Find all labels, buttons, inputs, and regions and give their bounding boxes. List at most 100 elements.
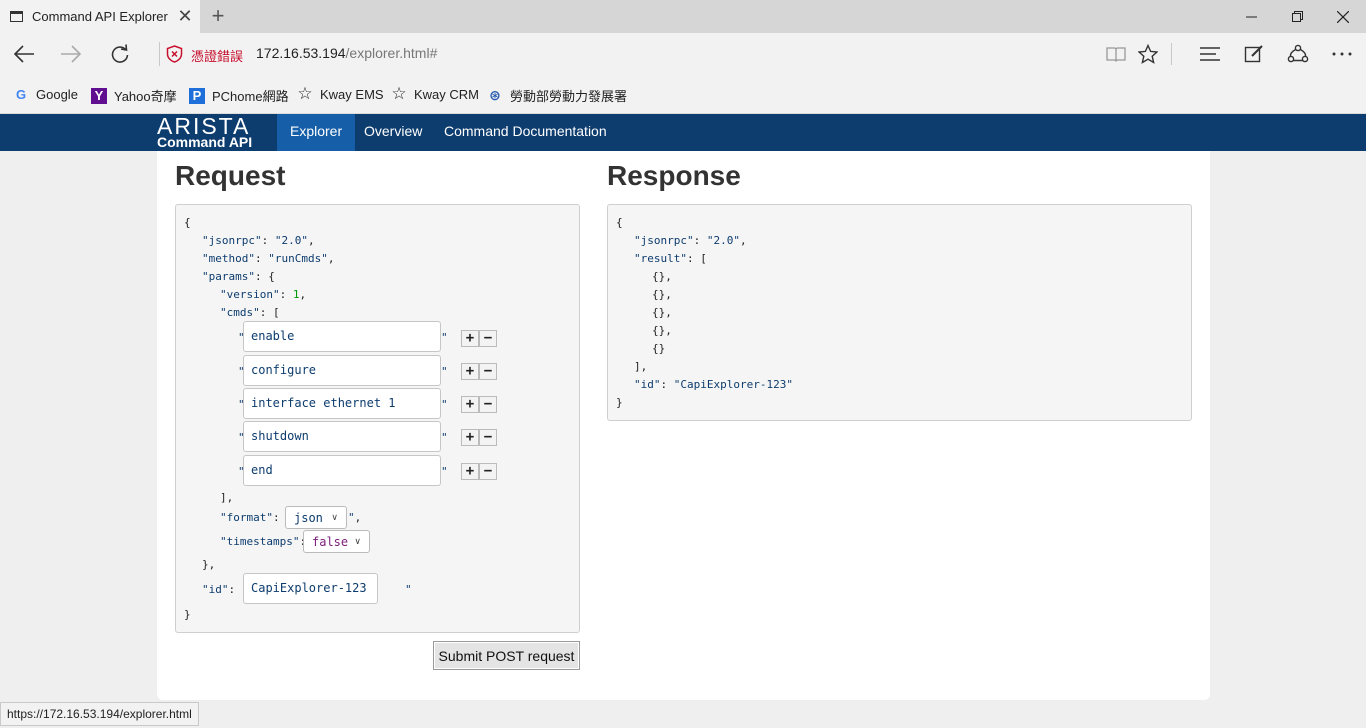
minimize-button[interactable] [1228,0,1274,33]
jsonrpc-line: "jsonrpc": "2.0", [634,234,747,247]
globe-icon: ⊛ [489,87,501,103]
cmd-input-2[interactable]: configure [243,355,441,386]
favorite-wda[interactable]: ⊛ 勞動部勞動力發展署 [487,86,627,105]
cmd-controls-1: + − [461,330,497,347]
cmd-input-4[interactable]: shutdown [243,421,441,452]
favorite-pchome[interactable]: P PChome網路 [189,86,289,105]
chevron-down-icon: ∨ [354,536,361,547]
back-button[interactable] [6,38,42,70]
id-value: "CapiExplorer-123" [673,378,793,391]
favorite-yahoo[interactable]: Y Yahoo奇摩 [91,86,177,105]
favorite-label: 勞動部勞動力發展署 [510,89,628,104]
favorite-label: Kway EMS [320,86,384,102]
jsonrpc-value: "2.0" [706,234,740,247]
cmd-input-3[interactable]: interface ethernet 1 [243,388,441,419]
pen-note-icon [1244,45,1263,63]
separator [1171,43,1172,65]
favorites-bar: G Google Y Yahoo奇摩 P PChome網路 ☆ Kway EMS… [0,75,1366,114]
url-path: /explorer.html# [345,45,438,61]
add-cmd-button[interactable]: + [461,363,479,380]
cmd-controls-5: + − [461,463,497,480]
remove-cmd-button[interactable]: − [479,463,497,480]
hub-icon [1200,47,1220,61]
more-button[interactable] [1327,39,1357,69]
close-window-button[interactable] [1320,0,1366,33]
cmd-input-5[interactable]: end [243,455,441,486]
restore-button[interactable] [1274,0,1320,33]
favorite-google[interactable]: G Google [13,86,78,102]
minimize-icon [1245,16,1257,18]
close-tab-icon[interactable]: ✕ [170,6,200,27]
tab-bar: Command API Explorer ✕ + [0,0,1366,33]
restore-icon [1291,11,1303,22]
params-line: "params": { [202,270,275,283]
favorite-button[interactable] [1133,39,1163,69]
cmd-input-1[interactable]: enable [243,321,441,352]
star-icon: ☆ [391,84,407,103]
params-close: }, [202,558,216,571]
id-key: "id" [202,583,229,596]
jsonrpc-key: "jsonrpc" [202,234,262,247]
remove-cmd-button[interactable]: − [479,330,497,347]
result-item: {}, [652,306,672,319]
new-tab-button[interactable]: + [206,3,230,29]
share-button[interactable] [1283,39,1313,69]
arista-logo[interactable]: ARISTA Command API [157,113,267,150]
timestamps-line: "timestamps": [220,535,306,549]
submit-post-button[interactable]: Submit POST request [433,641,580,670]
main-content: Request { "jsonrpc": "2.0", "method": "r… [157,151,1210,700]
format-select[interactable]: json ∨ [285,506,347,529]
browser-tab[interactable]: Command API Explorer ✕ [0,0,200,33]
timestamps-key: "timestamps" [220,535,300,548]
brace-open: { [616,216,623,229]
cmd-controls-4: + − [461,429,497,446]
brace-open: { [184,216,191,229]
response-viewer: { "jsonrpc": "2.0", "result": [ {}, {}, … [607,204,1192,421]
url-field[interactable]: 172.16.53.194/explorer.html# [256,45,437,61]
format-close: ", [348,511,362,524]
star-icon: ☆ [297,84,313,103]
reading-view-button[interactable] [1101,39,1131,69]
method-value: "runCmds" [268,252,328,265]
hub-button[interactable] [1195,39,1225,69]
id-line: "id": " [202,583,248,596]
certificate-error-label[interactable]: 憑證錯誤 [191,46,243,65]
remove-cmd-button[interactable]: − [479,363,497,380]
result-item: {}, [652,288,672,301]
favorite-kway-ems[interactable]: ☆ Kway EMS [297,84,384,103]
remove-cmd-button[interactable]: − [479,396,497,413]
arrow-right-icon [61,45,82,63]
add-cmd-button[interactable]: + [461,429,479,446]
shield-warning-icon[interactable] [166,45,183,63]
timestamps-select[interactable]: false ∨ [303,530,370,553]
timestamps-value: false [312,534,349,549]
favorite-kway-crm[interactable]: ☆ Kway CRM [391,84,480,103]
refresh-button[interactable] [102,38,138,70]
add-cmd-button[interactable]: + [461,463,479,480]
favorite-label: Yahoo奇摩 [114,89,177,104]
url-host: 172.16.53.194 [256,45,346,61]
quote: " [441,398,448,411]
web-note-button[interactable] [1239,39,1269,69]
jsonrpc-value: "2.0" [274,234,308,247]
version-line: "version": 1, [220,288,307,301]
add-cmd-button[interactable]: + [461,396,479,413]
close-icon [1337,10,1349,23]
add-cmd-button[interactable]: + [461,330,479,347]
quote: " [441,331,448,344]
brace-close: } [184,608,191,621]
pchome-icon: P [189,87,205,104]
logo-text: ARISTA [157,113,251,139]
tab-title: Command API Explorer [32,9,168,24]
result-item: {} [652,342,666,355]
forward-button[interactable] [53,38,89,70]
address-bar: 憑證錯誤 172.16.53.194/explorer.html# [0,33,1366,75]
nav-command-documentation[interactable]: Command Documentation [431,114,620,151]
version-value: 1 [292,288,300,301]
nav-overview[interactable]: Overview [351,114,435,151]
nav-explorer[interactable]: Explorer [277,114,356,151]
method-key: "method" [202,252,255,265]
id-input[interactable]: CapiExplorer-123 [243,573,378,604]
remove-cmd-button[interactable]: − [479,429,497,446]
favorite-label: Kway CRM [414,86,480,102]
